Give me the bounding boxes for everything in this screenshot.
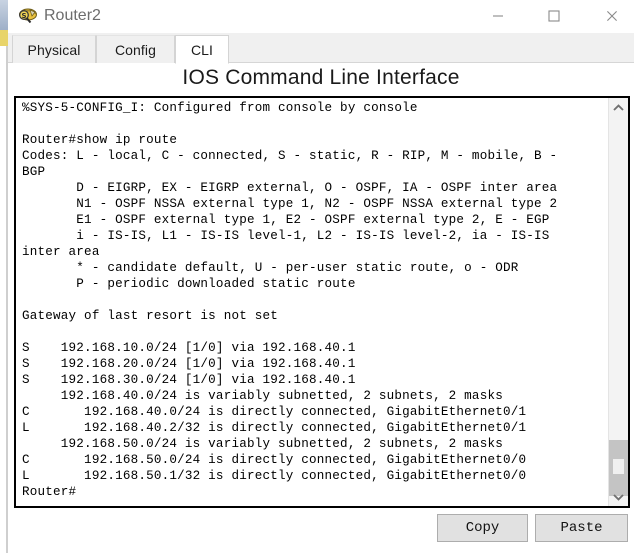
- title-bar: S Router2: [8, 0, 634, 33]
- chevron-down-icon: [613, 493, 624, 501]
- cli-output-text: %SYS-5-CONFIG_I: Configured from console…: [22, 101, 558, 499]
- tab-physical-label: Physical: [27, 41, 81, 58]
- page-title: IOS Command Line Interface: [182, 66, 460, 89]
- maximize-icon: [548, 10, 560, 22]
- paste-button-label: Paste: [560, 520, 603, 536]
- minimize-button[interactable]: [475, 0, 521, 32]
- close-button[interactable]: [589, 0, 634, 32]
- scrollbar-track[interactable]: [609, 117, 628, 496]
- paste-button[interactable]: Paste: [535, 514, 628, 542]
- close-icon: [607, 11, 617, 21]
- chevron-up-icon: [613, 103, 624, 111]
- tab-cli[interactable]: CLI: [175, 35, 229, 64]
- terminal-scrollbar[interactable]: [608, 98, 628, 506]
- tab-config-label: Config: [114, 41, 157, 58]
- svg-text:S: S: [21, 12, 26, 20]
- window-title: Router2: [44, 7, 101, 24]
- scroll-down-button[interactable]: [609, 487, 628, 506]
- cli-terminal[interactable]: %SYS-5-CONFIG_I: Configured from console…: [14, 96, 630, 508]
- scrollbar-thumb-grip: [613, 459, 624, 474]
- tab-bar: Physical Config CLI: [8, 33, 634, 64]
- device-config-window: S Router2 Physical Config CLI IOS Comman…: [8, 0, 634, 553]
- tab-config[interactable]: Config: [96, 35, 175, 63]
- copy-button[interactable]: Copy: [437, 514, 528, 542]
- maximize-button[interactable]: [531, 0, 577, 32]
- tab-cli-label: CLI: [190, 41, 214, 58]
- scroll-up-button[interactable]: [609, 98, 628, 117]
- parent-window-edge: [0, 0, 8, 553]
- minimize-icon: [493, 15, 503, 17]
- parent-titlebar-sliver: [0, 0, 8, 30]
- parent-toolbar-sliver: [0, 30, 8, 46]
- copy-button-label: Copy: [465, 520, 500, 536]
- packet-tracer-router-icon: S: [16, 6, 38, 26]
- tab-physical[interactable]: Physical: [12, 35, 96, 63]
